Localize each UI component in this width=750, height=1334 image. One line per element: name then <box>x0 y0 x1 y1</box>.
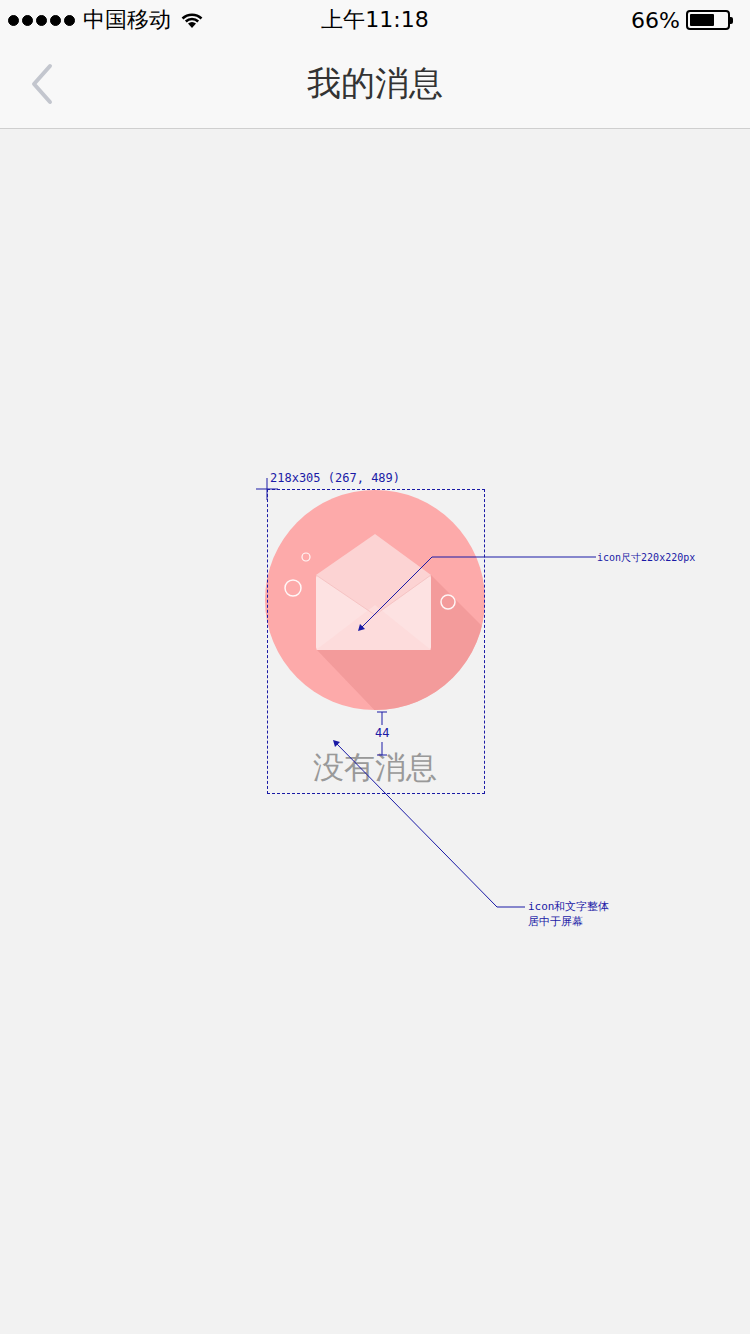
battery-text: 66% <box>631 8 680 33</box>
signal-dot <box>36 15 47 26</box>
nav-bar: 我的消息 <box>0 40 750 129</box>
wifi-icon <box>179 10 205 30</box>
signal-dot <box>64 15 75 26</box>
empty-state: 没有消息 <box>0 129 750 1334</box>
envelope-icon <box>265 490 485 710</box>
signal-dot <box>50 15 61 26</box>
icon-size-label: icon尺寸220x220px <box>597 551 695 564</box>
annotation-overlay: 218x305 (267, 489) icon尺寸220x220px 44 icon和… <box>0 0 750 1334</box>
annotation-lines <box>0 0 750 1334</box>
nav-title: 我的消息 <box>80 61 670 107</box>
back-chevron-icon <box>26 62 56 106</box>
carrier: 中国移动 <box>83 5 171 35</box>
time: 上午11:18 <box>321 5 428 35</box>
center-note: icon和文字整体 <box>528 900 610 914</box>
frame-label: 218x305 (267, 489) <box>270 471 400 487</box>
battery-icon <box>686 10 730 30</box>
status-left: 中国移动 <box>8 5 321 35</box>
empty-text: 没有消息 <box>313 750 437 784</box>
signal-dot <box>8 15 19 26</box>
status-right: 66% <box>429 8 742 33</box>
center-note: 居中于屏幕 <box>528 915 583 929</box>
spacing-label: 44 <box>375 726 389 742</box>
back-button[interactable] <box>0 62 80 106</box>
signal-icon <box>8 15 75 26</box>
battery-fill <box>690 14 714 26</box>
status-bar: 中国移动 上午11:18 66% <box>0 0 750 40</box>
measure-frame <box>267 489 485 794</box>
signal-dot <box>22 15 33 26</box>
